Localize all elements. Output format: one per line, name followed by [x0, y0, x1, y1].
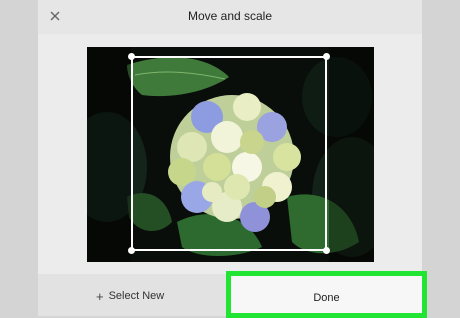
dialog-title: Move and scale [187, 9, 273, 23]
select-new-button[interactable]: + Select New [96, 288, 165, 304]
crop-handle-top-right[interactable] [323, 53, 330, 60]
crop-shade-left [87, 47, 131, 262]
crop-frame[interactable] [128, 53, 330, 254]
crop-shade-right [329, 47, 374, 262]
crop-handle-bottom-left[interactable] [128, 247, 135, 254]
image-crop-area[interactable] [87, 47, 374, 262]
dialog-header: Move and scale [38, 0, 422, 34]
crop-handle-top-left[interactable] [128, 53, 135, 60]
plus-icon: + [96, 288, 104, 304]
done-highlight [226, 271, 427, 318]
crop-handle-bottom-right[interactable] [323, 247, 330, 254]
move-and-scale-dialog: Move and scale + Select New [38, 0, 422, 316]
select-new-label: Select New [108, 290, 165, 302]
